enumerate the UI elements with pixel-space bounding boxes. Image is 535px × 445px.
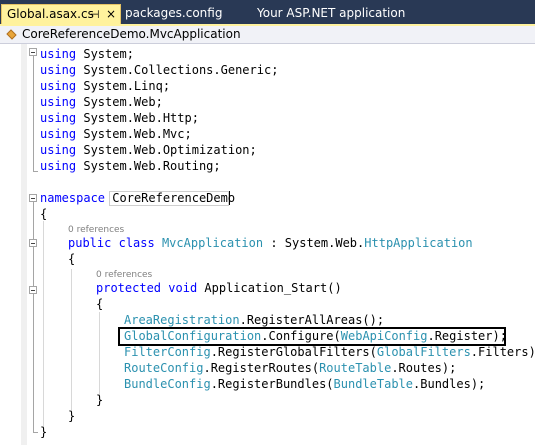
close-icon[interactable]: ×	[106, 5, 116, 24]
code-line: using System.Web;	[40, 95, 163, 109]
code-line: using System.Collections.Generic;	[40, 63, 279, 77]
code-line: RouteConfig.RegisterRoutes(RouteTable.Ro…	[124, 361, 457, 375]
tab-packages-config[interactable]: packages.config	[125, 4, 222, 24]
class-icon	[6, 29, 17, 40]
tab-your-aspnet-application[interactable]: Your ASP.NET application	[257, 4, 405, 24]
code-line: public class MvcApplication : System.Web…	[68, 236, 473, 250]
tab-label: packages.config	[125, 6, 223, 20]
code-editor[interactable]: using System; using System.Collections.G…	[0, 44, 535, 445]
code-line: using System.Linq;	[40, 79, 171, 93]
collapse-class-toggle[interactable]	[29, 239, 37, 247]
code-line: }	[68, 409, 76, 423]
code-line: using System.Web.Routing;	[40, 159, 221, 173]
navigation-bar[interactable]: CoreReferenceDemo.MvcApplication	[0, 24, 535, 44]
outline-line	[33, 202, 34, 433]
indicator-margin	[0, 44, 21, 445]
outline-line	[33, 56, 34, 172]
code-line: using System.Web.Mvc;	[40, 127, 192, 141]
code-line: {	[96, 297, 104, 311]
document-tab-strip: Global.asax.cs ⊣ × packages.config Your …	[0, 0, 535, 24]
tab-label: Global.asax.cs	[7, 7, 94, 21]
outline-line	[33, 171, 38, 172]
code-line: }	[96, 393, 104, 407]
code-line: AreaRegistration.RegisterAllAreas();	[124, 313, 385, 327]
code-line: {	[40, 207, 48, 221]
codelens-references[interactable]: 0 references	[96, 270, 152, 280]
tab-label: Your ASP.NET application	[257, 6, 406, 20]
codelens-references[interactable]: 0 references	[68, 225, 124, 235]
code-line: FilterConfig.RegisterGlobalFilters(Globa…	[124, 345, 535, 359]
pin-icon[interactable]: ⊣	[90, 5, 100, 24]
code-line: }	[40, 425, 48, 439]
indent-guide	[99, 312, 100, 395]
type-dropdown[interactable]: CoreReferenceDemo.MvcApplication	[22, 27, 241, 42]
outline-line	[33, 432, 38, 433]
code-line: using System;	[40, 47, 134, 61]
collapse-usings-toggle[interactable]	[29, 48, 37, 56]
code-line: namespace CoreReferenceDemo	[40, 191, 236, 205]
code-line: GlobalConfiguration.Configure(WebApiConf…	[124, 329, 507, 343]
code-line: BundleConfig.RegisterBundles(BundleTable…	[124, 377, 486, 391]
code-line: using System.Web.Http;	[40, 111, 199, 125]
indent-guide	[43, 221, 44, 429]
code-line: protected void Application_Start()	[96, 281, 342, 295]
collapse-namespace-toggle[interactable]	[29, 194, 37, 202]
text-caret	[229, 191, 230, 205]
collapse-method-toggle[interactable]	[29, 286, 37, 294]
code-line: {	[68, 252, 76, 266]
code-line: using System.Web.Optimization;	[40, 143, 257, 157]
indent-guide	[71, 269, 72, 413]
tab-global-asax-cs[interactable]: Global.asax.cs ⊣ ×	[1, 4, 121, 24]
